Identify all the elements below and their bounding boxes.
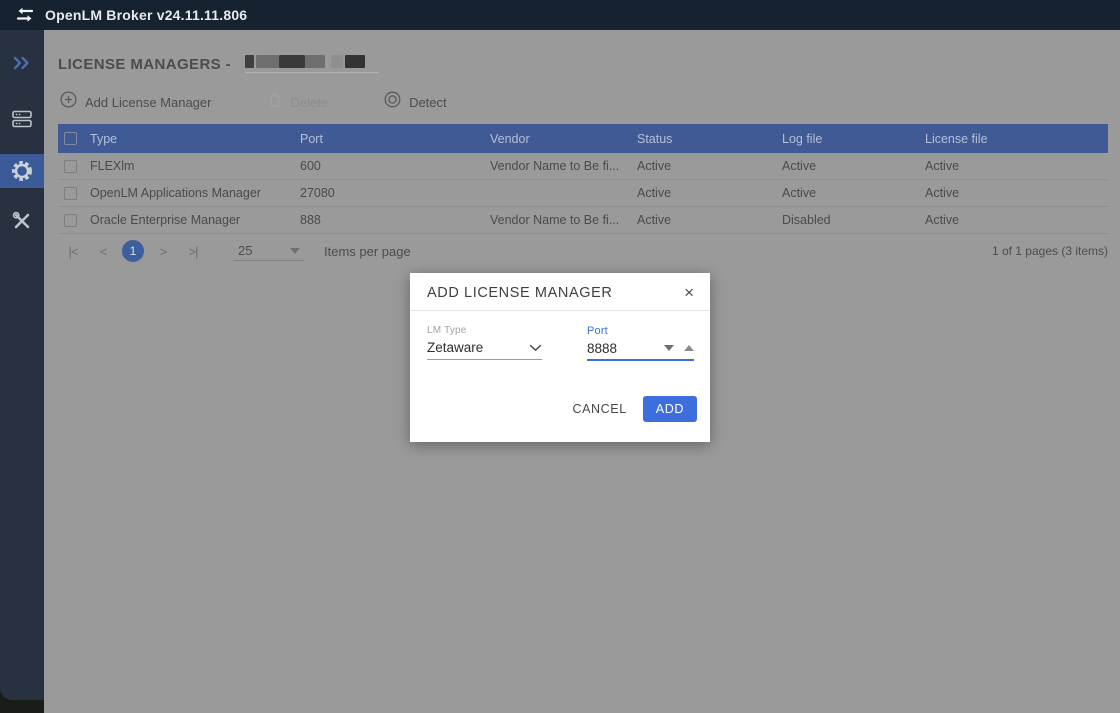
last-page-button[interactable]: >| (178, 244, 208, 259)
cell-license-file: Active (925, 159, 960, 173)
column-header-license-file[interactable]: License file (925, 132, 1108, 146)
gear-icon (10, 159, 34, 183)
trash-icon (268, 92, 282, 113)
cell-vendor: Vendor Name to Be fi... (490, 213, 620, 227)
sidebar-expand-button[interactable] (0, 46, 44, 80)
dialog-title: ADD LICENSE MANAGER (427, 285, 613, 301)
dialog-body: LM Type Zetaware Port 8888 CANCEL ADD (410, 311, 710, 435)
tools-icon (12, 211, 32, 231)
toolbar: Add License Manager Delete Detect (60, 91, 1120, 113)
circle-plus-icon (60, 91, 77, 113)
port-input[interactable]: 8888 (586, 337, 694, 361)
cell-type: Oracle Enterprise Manager (90, 213, 241, 227)
page-title: LICENSE MANAGERS - (58, 56, 232, 73)
sidebar-item-settings-active[interactable] (0, 154, 44, 188)
sidebar-item-license-servers[interactable] (0, 102, 44, 136)
cell-license-file: Active (925, 213, 960, 227)
select-all-checkbox[interactable] (64, 132, 77, 145)
add-license-manager-label: Add License Manager (85, 94, 212, 110)
cell-vendor: Vendor Name to Be fi... (490, 159, 620, 173)
column-header-port[interactable]: Port (300, 132, 490, 146)
column-header-log-file[interactable]: Log file (782, 132, 925, 146)
cancel-button[interactable]: CANCEL (562, 396, 636, 422)
servers-icon (12, 110, 32, 128)
redacted-hostname (245, 53, 380, 73)
column-header-status[interactable]: Status (637, 132, 782, 146)
row-checkbox[interactable] (64, 213, 77, 227)
previous-page-button[interactable]: < (88, 244, 118, 259)
dialog-header: ADD LICENSE MANAGER × (410, 273, 710, 311)
add-button[interactable]: ADD (642, 396, 697, 422)
delete-label: Delete (290, 94, 329, 110)
openlm-swap-arrows-icon (15, 7, 35, 23)
port-label: Port (586, 325, 608, 337)
row-checkbox[interactable] (64, 186, 77, 200)
column-header-type[interactable]: Type (90, 132, 300, 146)
page-heading-row: LICENSE MANAGERS - (58, 51, 1120, 73)
cell-status: Active (637, 186, 672, 200)
column-header-vendor[interactable]: Vendor (490, 132, 637, 146)
app-title: OpenLM Broker v24.11.11.806 (45, 7, 248, 23)
spinner-down-icon[interactable] (664, 345, 674, 351)
next-page-button[interactable]: > (148, 244, 178, 259)
delete-button[interactable]: Delete (268, 92, 328, 113)
items-per-page-label: Items per page (324, 243, 411, 259)
first-page-button[interactable]: |< (58, 244, 88, 259)
cell-log-file: Active (782, 159, 817, 173)
cell-type: FLEXlm (90, 159, 135, 173)
lm-type-label: LM Type (427, 325, 467, 336)
app-root: OpenLM Broker v24.11.11.806 LICENSE MANA… (0, 0, 1120, 713)
detect-button[interactable]: Detect (384, 91, 447, 113)
license-managers-table: Type Port Vendor Status Log file License… (58, 124, 1108, 234)
port-field: Port 8888 (586, 325, 694, 361)
lm-type-value: Zetaware (427, 340, 484, 355)
pagination-bar: |< < 1 > >| 25 Items per page 1 of 1 pag… (58, 234, 1108, 268)
cell-log-file: Active (782, 186, 817, 200)
table-header-row: Type Port Vendor Status Log file License… (58, 124, 1108, 153)
cell-status: Active (637, 213, 672, 227)
double-chevron-right-icon (12, 56, 32, 70)
close-icon[interactable]: × (682, 284, 696, 301)
items-per-page-value: 25 (238, 243, 253, 258)
add-license-manager-button[interactable]: Add License Manager (60, 91, 211, 113)
lm-type-field: LM Type Zetaware (427, 325, 542, 361)
chevron-down-icon (290, 247, 300, 254)
items-per-page-select[interactable]: 25 (234, 241, 304, 261)
cell-type: OpenLM Applications Manager (90, 186, 261, 200)
cell-license-file: Active (925, 186, 960, 200)
add-license-manager-dialog: ADD LICENSE MANAGER × LM Type Zetaware P… (410, 273, 710, 442)
lm-type-select[interactable]: Zetaware (427, 336, 542, 360)
table-row[interactable]: Oracle Enterprise Manager 888 Vendor Nam… (58, 207, 1108, 234)
row-checkbox[interactable] (64, 159, 77, 173)
cell-port: 27080 (300, 186, 335, 200)
chevron-down-icon (529, 339, 542, 357)
sidebar (0, 30, 44, 700)
port-value: 8888 (586, 340, 618, 356)
cell-status: Active (637, 159, 672, 173)
cell-log-file: Disabled (782, 213, 831, 227)
table-row[interactable]: OpenLM Applications Manager 27080 Active… (58, 180, 1108, 207)
pagination-nav: |< < 1 > >| (58, 240, 208, 262)
current-page-indicator[interactable]: 1 (122, 240, 144, 262)
cell-port: 888 (300, 213, 321, 227)
table-row[interactable]: FLEXlm 600 Vendor Name to Be fi... Activ… (58, 153, 1108, 180)
top-bar: OpenLM Broker v24.11.11.806 (0, 0, 1120, 30)
dialog-actions: CANCEL ADD (562, 396, 697, 422)
pagination-summary: 1 of 1 pages (3 items) (991, 244, 1108, 258)
target-circles-icon (384, 91, 401, 113)
cell-port: 600 (300, 159, 321, 173)
detect-label: Detect (409, 94, 447, 110)
sidebar-item-tools[interactable] (0, 204, 44, 238)
spinner-up-icon[interactable] (684, 345, 694, 351)
